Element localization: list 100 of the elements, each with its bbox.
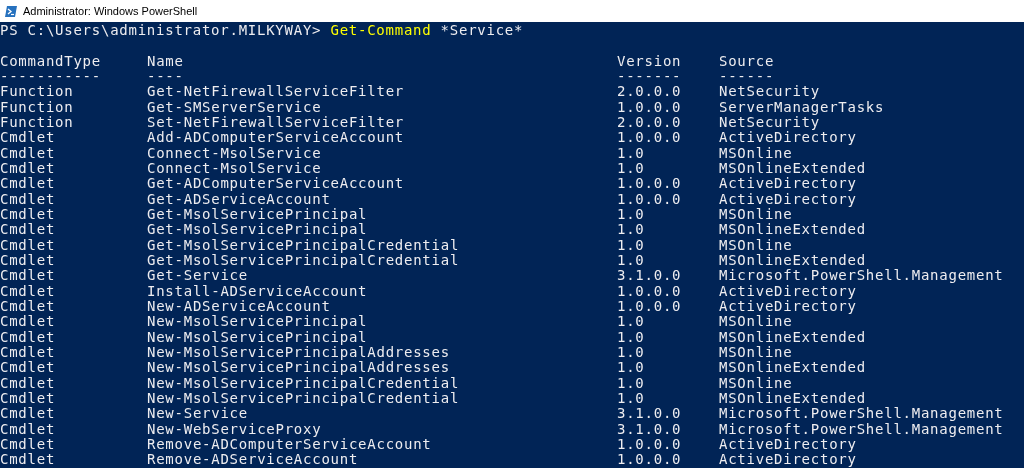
- version-cell: 1.0: [617, 314, 645, 330]
- version-cell: 1.0.0.0: [617, 452, 682, 468]
- column-header: Source: [719, 53, 775, 69]
- version-cell: 1.0: [617, 344, 645, 361]
- source-cell: ActiveDirectory: [719, 452, 857, 468]
- source-cell: ActiveDirectory: [719, 298, 857, 315]
- name-cell: Remove-ADComputerServiceAccount: [147, 436, 432, 453]
- version-cell: 1.0: [617, 206, 645, 223]
- source-cell: Microsoft.PowerShell.Management: [719, 421, 1004, 437]
- source-cell: MSOnline: [719, 314, 793, 330]
- window-title: Administrator: Windows PowerShell: [23, 5, 198, 17]
- version-cell: 1.0: [617, 390, 645, 407]
- command-type-cell: Cmdlet: [0, 298, 56, 315]
- name-cell: Get-ADServiceAccount: [147, 191, 331, 207]
- header-underline: -----------: [0, 69, 101, 85]
- command-type-cell: Cmdlet: [0, 130, 56, 146]
- version-cell: 1.0.0.0: [617, 191, 682, 207]
- name-cell: Connect-MsolService: [147, 160, 322, 177]
- header-underline: ------: [719, 69, 775, 85]
- version-cell: 1.0: [617, 237, 645, 253]
- command-text: Get-Command: [330, 23, 432, 39]
- header-underline: -------: [617, 69, 682, 85]
- version-cell: 2.0.0.0: [617, 114, 682, 131]
- name-cell: Get-Service: [147, 268, 248, 284]
- source-cell: MSOnlineExtended: [719, 252, 866, 269]
- command-type-cell: Cmdlet: [0, 160, 56, 177]
- command-type-cell: Function: [0, 99, 74, 115]
- source-cell: MSOnline: [719, 145, 793, 161]
- source-cell: ServerManagerTasks: [719, 99, 885, 115]
- name-cell: New-WebServiceProxy: [147, 421, 322, 437]
- command-type-cell: Cmdlet: [0, 237, 56, 253]
- column-header: CommandType: [0, 53, 101, 69]
- command-type-cell: Function: [0, 114, 74, 131]
- name-cell: Get-SMServerService: [147, 99, 322, 115]
- command-type-cell: Cmdlet: [0, 252, 56, 269]
- source-cell: MSOnlineExtended: [719, 329, 866, 345]
- source-cell: Microsoft.PowerShell.Management: [719, 406, 1004, 422]
- powershell-icon: [5, 5, 17, 17]
- version-cell: 1.0: [617, 360, 645, 376]
- command-type-cell: Cmdlet: [0, 222, 56, 238]
- name-cell: Get-MsolServicePrincipalCredential: [147, 237, 460, 253]
- header-underline: ----: [147, 69, 184, 85]
- name-cell: New-MsolServicePrincipal: [147, 329, 368, 345]
- source-cell: MSOnlineExtended: [719, 160, 866, 177]
- command-type-cell: Cmdlet: [0, 390, 56, 407]
- name-cell: New-MsolServicePrincipalAddresses: [147, 344, 450, 361]
- version-cell: 1.0.0.0: [617, 283, 682, 299]
- command-type-cell: Cmdlet: [0, 344, 56, 361]
- source-cell: NetSecurity: [719, 114, 820, 131]
- name-cell: New-MsolServicePrincipalCredential: [147, 375, 460, 391]
- version-cell: 1.0: [617, 145, 645, 161]
- source-cell: MSOnlineExtended: [719, 222, 866, 238]
- name-cell: Get-MsolServicePrincipalCredential: [147, 252, 460, 269]
- name-cell: Connect-MsolService: [147, 145, 322, 161]
- source-cell: MSOnline: [719, 237, 793, 253]
- source-cell: ActiveDirectory: [719, 130, 857, 146]
- command-type-cell: Cmdlet: [0, 145, 56, 161]
- version-cell: 2.0.0.0: [617, 84, 682, 100]
- version-cell: 1.0.0.0: [617, 436, 682, 453]
- source-cell: ActiveDirectory: [719, 283, 857, 299]
- name-cell: Get-MsolServicePrincipal: [147, 206, 368, 223]
- column-header: Name: [147, 53, 184, 69]
- name-cell: New-ADServiceAccount: [147, 298, 331, 315]
- source-cell: ActiveDirectory: [719, 176, 857, 192]
- command-type-cell: Cmdlet: [0, 360, 56, 376]
- source-cell: Microsoft.PowerShell.Management: [719, 268, 1004, 284]
- name-cell: New-MsolServicePrincipalCredential: [147, 390, 460, 407]
- version-cell: 1.0: [617, 222, 645, 238]
- command-type-cell: Cmdlet: [0, 268, 56, 284]
- command-type-cell: Cmdlet: [0, 406, 56, 422]
- command-type-cell: Cmdlet: [0, 421, 56, 437]
- source-cell: ActiveDirectory: [719, 191, 857, 207]
- name-cell: Set-NetFirewallServiceFilter: [147, 114, 404, 131]
- source-cell: ActiveDirectory: [719, 436, 857, 453]
- command-argument: *Service*: [440, 23, 524, 39]
- command-type-cell: Cmdlet: [0, 329, 56, 345]
- version-cell: 1.0.0.0: [617, 130, 682, 146]
- name-cell: New-Service: [147, 406, 248, 422]
- version-cell: 1.0.0.0: [617, 176, 682, 192]
- version-cell: 1.0: [617, 329, 645, 345]
- prompt-path: PS C:\Users\administrator.MILKYWAY>: [0, 23, 322, 39]
- column-header: Version: [617, 53, 682, 69]
- version-cell: 1.0.0.0: [617, 99, 682, 115]
- command-type-cell: Cmdlet: [0, 176, 56, 192]
- command-type-cell: Cmdlet: [0, 436, 56, 453]
- version-cell: 1.0: [617, 160, 645, 177]
- source-cell: MSOnline: [719, 344, 793, 361]
- version-cell: 3.1.0.0: [617, 406, 682, 422]
- name-cell: Add-ADComputerServiceAccount: [147, 130, 404, 146]
- source-cell: MSOnline: [719, 206, 793, 223]
- name-cell: Get-ADComputerServiceAccount: [147, 176, 404, 192]
- name-cell: Get-MsolServicePrincipal: [147, 222, 368, 238]
- name-cell: Remove-ADServiceAccount: [147, 452, 359, 468]
- source-cell: MSOnline: [719, 375, 793, 391]
- command-type-cell: Cmdlet: [0, 191, 56, 207]
- name-cell: Get-NetFirewallServiceFilter: [147, 84, 404, 100]
- command-type-cell: Cmdlet: [0, 452, 56, 468]
- name-cell: New-MsolServicePrincipalAddresses: [147, 360, 450, 376]
- name-cell: New-MsolServicePrincipal: [147, 314, 368, 330]
- command-type-cell: Cmdlet: [0, 206, 56, 223]
